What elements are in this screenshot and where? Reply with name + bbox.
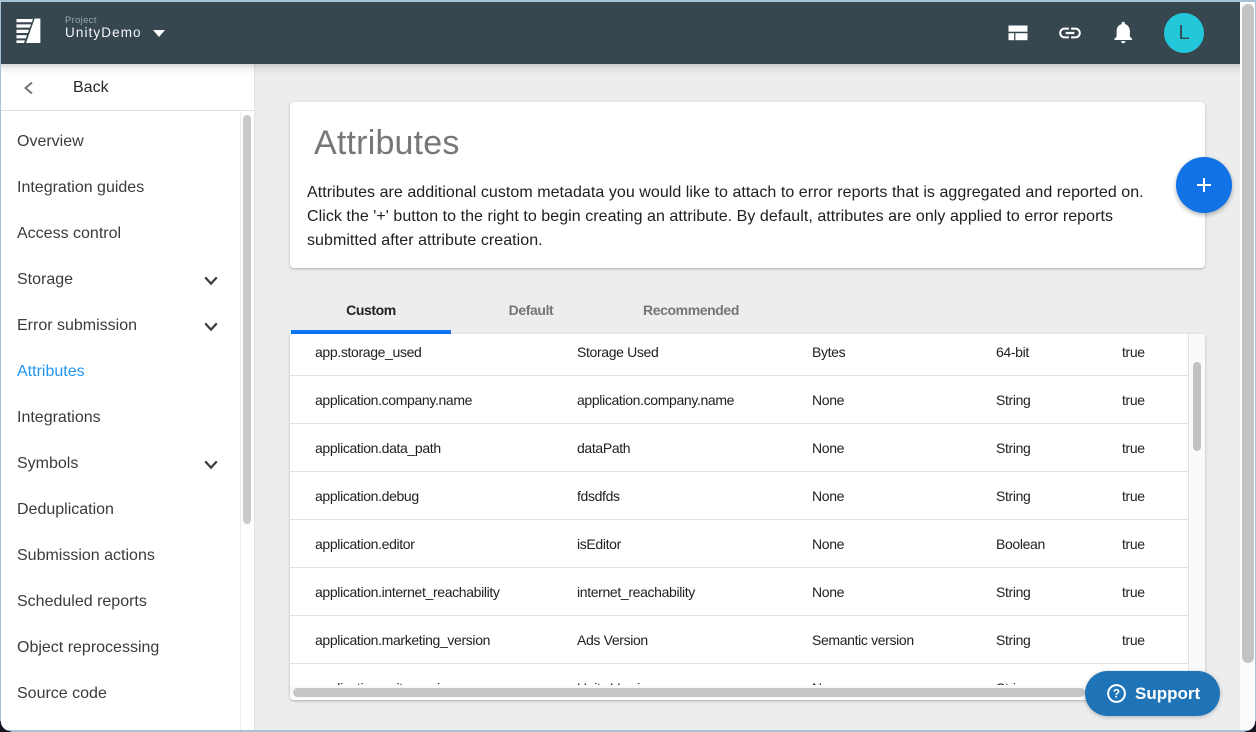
svg-text:?: ? [1113, 688, 1120, 701]
